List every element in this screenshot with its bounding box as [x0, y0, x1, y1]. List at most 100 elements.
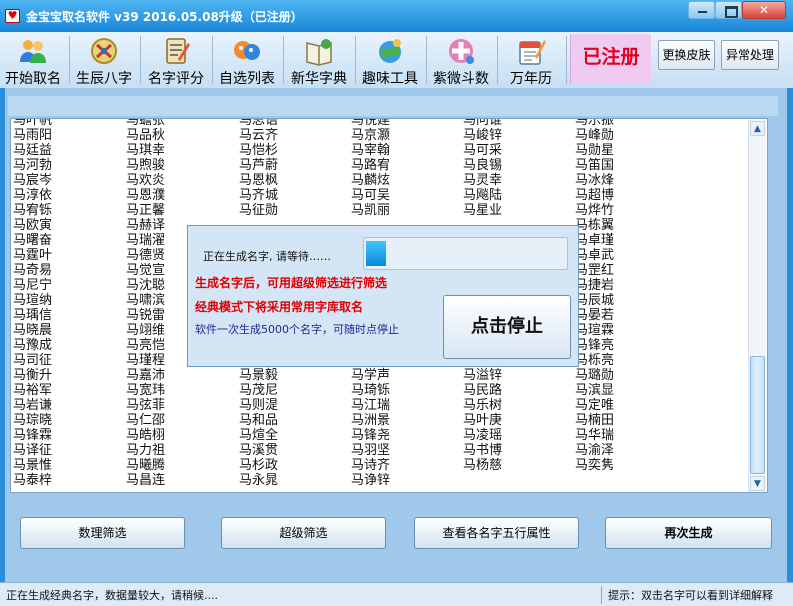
name-item[interactable]: 马宰翰 [351, 143, 463, 158]
name-item[interactable]: 马叶帆 [13, 119, 125, 128]
name-item[interactable]: 马欧寅 [13, 218, 125, 233]
close-button[interactable] [742, 1, 786, 19]
name-item[interactable]: 马蟾张 [126, 119, 238, 128]
name-item[interactable]: 马则湜 [239, 398, 351, 413]
tool-name-score[interactable]: 名字评分 [143, 32, 209, 88]
tool-fun-tools[interactable]: 趣味工具 [358, 32, 422, 88]
name-item[interactable]: 马茂尼 [239, 383, 351, 398]
name-item[interactable]: 马京灏 [351, 128, 463, 143]
name-item[interactable]: 马烨竹 [575, 203, 687, 218]
name-item[interactable]: 马羽坚 [351, 443, 463, 458]
name-item[interactable]: 马豫成 [13, 338, 125, 353]
name-item[interactable]: 马良锡 [463, 158, 575, 173]
scroll-down-arrow-icon[interactable]: ▼ [750, 476, 765, 491]
name-item[interactable]: 马景毅 [239, 368, 351, 383]
scroll-up-arrow-icon[interactable]: ▲ [750, 121, 765, 136]
name-item[interactable]: 马冰烽 [575, 173, 687, 188]
name-item[interactable]: 马学声 [351, 368, 463, 383]
name-item[interactable]: 马栋翼 [575, 218, 687, 233]
name-item[interactable]: 马诤锌 [351, 473, 463, 488]
name-item[interactable]: 马杨慈 [463, 458, 575, 473]
name-item[interactable]: 马瑄霖 [575, 323, 687, 338]
regenerate-button[interactable]: 再次生成 [605, 517, 772, 549]
name-item[interactable]: 马嘉沛 [126, 368, 238, 383]
name-item[interactable]: 马司征 [13, 353, 125, 368]
name-item[interactable]: 马恩枫 [239, 173, 351, 188]
name-item[interactable]: 马锋亮 [575, 338, 687, 353]
name-item[interactable]: 马江瑞 [351, 398, 463, 413]
name-item[interactable]: 马可吴 [351, 188, 463, 203]
name-item[interactable]: 马淳依 [13, 188, 125, 203]
name-item[interactable]: 马琮晓 [13, 413, 125, 428]
name-item[interactable]: 马琪幸 [126, 143, 238, 158]
vertical-scrollbar[interactable]: ▲ ▼ [748, 120, 766, 492]
name-item[interactable]: 马衡升 [13, 368, 125, 383]
name-item[interactable]: 马恩濮 [126, 188, 238, 203]
name-item[interactable]: 马凯丽 [351, 203, 463, 218]
name-item[interactable]: 马琦铄 [351, 383, 463, 398]
name-item[interactable]: 马尼宁 [13, 278, 125, 293]
name-item[interactable]: 马裕军 [13, 383, 125, 398]
name-item[interactable]: 马奇易 [13, 263, 125, 278]
name-item[interactable]: 马思语 [239, 119, 351, 128]
name-item[interactable]: 马奕隽 [575, 458, 687, 473]
name-item[interactable]: 马凌瑶 [463, 428, 575, 443]
name-item[interactable]: 马路宥 [351, 158, 463, 173]
name-item[interactable]: 马岩谦 [13, 398, 125, 413]
name-item[interactable]: 马品秋 [126, 128, 238, 143]
name-item[interactable]: 马飚陆 [463, 188, 575, 203]
view-wuxing-button[interactable]: 查看各名字五行属性 [414, 517, 579, 549]
name-item[interactable]: 马芦蔚 [239, 158, 351, 173]
name-item[interactable]: 马瑄纳 [13, 293, 125, 308]
name-item[interactable]: 马宸岑 [13, 173, 125, 188]
name-item[interactable]: 马栎亮 [575, 353, 687, 368]
name-item[interactable]: 马星业 [463, 203, 575, 218]
name-item[interactable]: 马叶庚 [463, 413, 575, 428]
name-item[interactable]: 马霆叶 [13, 248, 125, 263]
name-item[interactable] [463, 473, 575, 488]
name-item[interactable]: 马灵幸 [463, 173, 575, 188]
name-item[interactable]: 马峻锌 [463, 128, 575, 143]
name-item[interactable]: 马勋星 [575, 143, 687, 158]
name-item[interactable]: 马捷岩 [575, 278, 687, 293]
name-item[interactable]: 马恺杉 [239, 143, 351, 158]
name-item[interactable]: 马悦建 [351, 119, 463, 128]
tool-start-naming[interactable]: 开始取名 [0, 32, 66, 88]
name-item[interactable]: 马仁邵 [126, 413, 238, 428]
name-item[interactable]: 马昌连 [126, 473, 238, 488]
name-item[interactable]: 马乐树 [463, 398, 575, 413]
name-item[interactable]: 马云齐 [239, 128, 351, 143]
name-item[interactable]: 马乐振 [575, 119, 687, 128]
name-item[interactable]: 马民路 [463, 383, 575, 398]
name-item[interactable]: 马廷益 [13, 143, 125, 158]
name-item[interactable]: 马正馨 [126, 203, 238, 218]
name-item[interactable]: 马晓晨 [13, 323, 125, 338]
name-item[interactable]: 马晏若 [575, 308, 687, 323]
name-item[interactable]: 马麟炫 [351, 173, 463, 188]
name-item[interactable]: 马宥铄 [13, 203, 125, 218]
name-item[interactable]: 马杉政 [239, 458, 351, 473]
name-item[interactable]: 马溢锌 [463, 368, 575, 383]
tool-calendar[interactable]: 万年历 [500, 32, 562, 88]
name-item[interactable]: 马欢炎 [126, 173, 238, 188]
super-filter-button[interactable]: 超级筛选 [221, 517, 386, 549]
name-item[interactable]: 马溪贯 [239, 443, 351, 458]
name-item[interactable]: 马定唯 [575, 398, 687, 413]
name-item[interactable]: 马卓武 [575, 248, 687, 263]
name-item[interactable]: 马锋霖 [13, 428, 125, 443]
name-item[interactable]: 马煦骏 [126, 158, 238, 173]
tool-custom-list[interactable]: 自选列表 [215, 32, 279, 88]
name-item[interactable]: 马可采 [463, 143, 575, 158]
name-item[interactable]: 马超博 [575, 188, 687, 203]
name-item[interactable]: 马辰城 [575, 293, 687, 308]
maximize-button[interactable] [715, 1, 742, 19]
change-skin-button[interactable]: 更换皮肤 [658, 40, 715, 70]
name-item[interactable]: 马诗齐 [351, 458, 463, 473]
stop-button[interactable]: 点击停止 [443, 295, 571, 359]
name-item[interactable]: 马力祖 [126, 443, 238, 458]
name-item[interactable] [575, 473, 687, 488]
name-item[interactable]: 马璐勋 [575, 368, 687, 383]
name-item[interactable]: 马永晁 [239, 473, 351, 488]
name-item[interactable]: 马曙奋 [13, 233, 125, 248]
name-item[interactable]: 马译征 [13, 443, 125, 458]
